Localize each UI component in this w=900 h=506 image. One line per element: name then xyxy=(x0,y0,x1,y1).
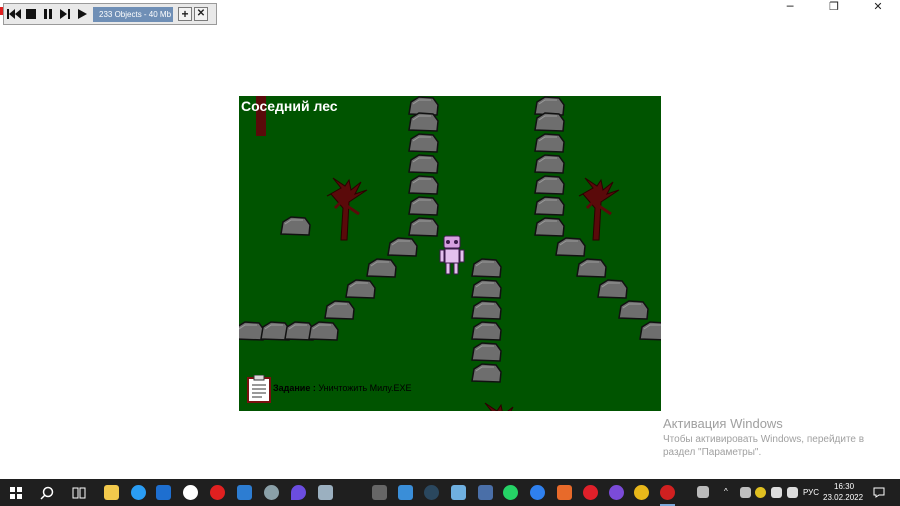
minimize-button[interactable]: ─ xyxy=(768,0,812,14)
clock-time[interactable]: 16:30 xyxy=(834,482,854,491)
yandex-browser-icon[interactable] xyxy=(183,485,198,500)
photos-icon[interactable] xyxy=(398,485,413,500)
tray-app-icon[interactable] xyxy=(740,487,751,498)
app-icon-gray[interactable] xyxy=(264,485,279,500)
tray-chevron-icon[interactable]: ^ xyxy=(724,487,728,496)
usb-icon[interactable] xyxy=(372,485,387,500)
app-icon-orange[interactable] xyxy=(557,485,572,500)
restart-icon[interactable] xyxy=(6,6,22,22)
edge-icon[interactable] xyxy=(131,485,146,500)
steam-icon[interactable] xyxy=(424,485,439,500)
volume-icon[interactable] xyxy=(787,487,798,498)
opera-icon[interactable] xyxy=(583,485,598,500)
windows-start-icon[interactable] xyxy=(10,487,22,499)
file-explorer-icon[interactable] xyxy=(104,485,119,500)
task-view-icon[interactable] xyxy=(72,487,86,499)
people-icon[interactable] xyxy=(697,486,709,498)
quest-label: Задание : xyxy=(273,383,316,393)
debugger-toolbar: 233 Objects - 40 Mb + ✕ xyxy=(3,3,217,25)
maximize-button[interactable]: ❐ xyxy=(812,0,856,14)
step-icon[interactable] xyxy=(57,6,73,22)
activation-watermark-text: Чтобы активировать Windows, перейдите в … xyxy=(663,433,883,459)
tray-yellow-icon[interactable] xyxy=(755,487,766,498)
watermark-line-2: раздел "Параметры". xyxy=(663,447,762,458)
chrome-icon[interactable] xyxy=(634,485,649,500)
app-icon-flame[interactable] xyxy=(291,485,306,500)
search-icon[interactable] xyxy=(40,486,54,500)
network-icon[interactable] xyxy=(771,487,782,498)
calculator-icon[interactable] xyxy=(478,485,493,500)
debugger-status: 233 Objects - 40 Mb xyxy=(93,6,173,22)
play-icon[interactable] xyxy=(74,6,90,22)
clipboard-icon[interactable] xyxy=(247,375,271,403)
debugger-close-button[interactable]: ✕ xyxy=(194,7,208,21)
notifications-icon[interactable] xyxy=(873,487,885,498)
taskbar: ^ РУС 16:30 23.02.2022 xyxy=(0,479,900,506)
app-icon-globe[interactable] xyxy=(530,485,545,500)
game-viewport[interactable]: Соседний лес Задание : Уничтожить Милу.E… xyxy=(239,96,661,411)
camera-icon[interactable] xyxy=(318,485,333,500)
window-controls: ─ ❐ ✕ xyxy=(768,0,900,14)
watermark-line-1: Чтобы активировать Windows, перейдите в xyxy=(663,434,865,445)
quest-text: Задание : Уничтожить Милу.EXE xyxy=(273,383,412,393)
language-indicator[interactable]: РУС xyxy=(803,488,819,497)
clock-date[interactable]: 23.02.2022 xyxy=(823,493,863,502)
whatsapp-icon[interactable] xyxy=(503,485,518,500)
dead-tree xyxy=(577,176,621,242)
close-button[interactable]: ✕ xyxy=(856,0,900,14)
game-scene xyxy=(239,96,661,411)
quest-objective: Уничтожить Милу.EXE xyxy=(318,383,412,393)
app-icon-purple[interactable] xyxy=(609,485,624,500)
pause-icon[interactable] xyxy=(40,6,56,22)
mail-icon[interactable] xyxy=(156,485,171,500)
yandex-icon[interactable] xyxy=(210,485,225,500)
location-title: Соседний лес xyxy=(241,98,338,114)
player-character xyxy=(439,235,465,275)
dead-tree xyxy=(325,176,369,242)
activation-watermark-title: Активация Windows xyxy=(663,416,783,431)
store-icon[interactable] xyxy=(237,485,252,500)
dead-tree xyxy=(477,401,521,411)
game-app-icon[interactable] xyxy=(660,485,675,500)
add-button[interactable]: + xyxy=(178,7,192,21)
app-icon-blue[interactable] xyxy=(451,485,466,500)
stop-icon[interactable] xyxy=(23,6,39,22)
